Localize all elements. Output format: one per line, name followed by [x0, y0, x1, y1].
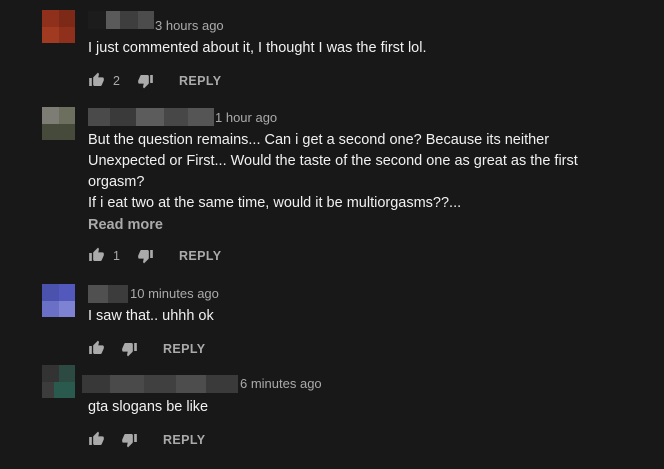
like-button[interactable]: [88, 340, 105, 356]
comment-text: I saw that.. uhhh ok: [88, 308, 214, 324]
author-name-redacted[interactable]: [88, 11, 154, 29]
dislike-button[interactable]: [121, 432, 138, 448]
comment-timestamp[interactable]: 6 minutes ago: [240, 376, 322, 391]
comment-actions: REPLY: [88, 431, 288, 451]
avatar[interactable]: [42, 10, 75, 43]
dislike-button[interactable]: [137, 248, 154, 264]
comment-text: gta slogans be like: [88, 399, 209, 415]
comment-actions: 2 REPLY: [88, 72, 288, 92]
reply-button[interactable]: REPLY: [179, 249, 222, 263]
comment-thread-item: 6 minutes ago gta slogans be like REPLY: [0, 365, 664, 469]
thumbs-up-icon: [89, 72, 104, 86]
like-button[interactable]: [88, 431, 105, 447]
comment-thread-item: 1 hour ago But the question remains... C…: [0, 100, 664, 280]
like-count: 1: [113, 249, 120, 263]
thumbs-up-icon: [89, 247, 104, 261]
reply-button[interactable]: REPLY: [163, 433, 206, 447]
author-name-redacted[interactable]: [88, 108, 214, 126]
thumbs-down-icon: [138, 250, 153, 264]
thumbs-up-icon: [89, 340, 104, 354]
avatar[interactable]: [42, 107, 75, 140]
dislike-button[interactable]: [121, 341, 138, 357]
like-button[interactable]: [88, 72, 105, 88]
comment-thread-item: 3 hours ago I just commented about it, I…: [0, 0, 664, 100]
thumbs-down-icon: [122, 434, 137, 448]
dislike-button[interactable]: [137, 73, 154, 89]
like-button[interactable]: [88, 247, 105, 263]
comment-thread-item: 10 minutes ago I saw that.. uhhh ok REPL…: [0, 280, 664, 365]
author-name-redacted[interactable]: [88, 285, 128, 303]
thumbs-down-icon: [138, 75, 153, 89]
like-count: 2: [113, 74, 120, 88]
reply-button[interactable]: REPLY: [179, 74, 222, 88]
thumbs-down-icon: [122, 343, 137, 357]
avatar[interactable]: [42, 365, 75, 398]
avatar[interactable]: [42, 284, 75, 317]
author-name-redacted[interactable]: [82, 375, 238, 393]
read-more-link[interactable]: Read more: [88, 217, 163, 233]
comment-timestamp[interactable]: 1 hour ago: [215, 110, 277, 125]
thumbs-up-icon: [89, 431, 104, 445]
comment-text: But the question remains... Can i get a …: [88, 132, 578, 211]
comment-actions: 1 REPLY: [88, 247, 288, 267]
comment-timestamp[interactable]: 10 minutes ago: [130, 286, 219, 301]
reply-button[interactable]: REPLY: [163, 342, 206, 356]
comment-timestamp[interactable]: 3 hours ago: [155, 18, 224, 33]
comment-actions: REPLY: [88, 340, 288, 360]
comment-text: I just commented about it, I thought I w…: [88, 40, 427, 56]
